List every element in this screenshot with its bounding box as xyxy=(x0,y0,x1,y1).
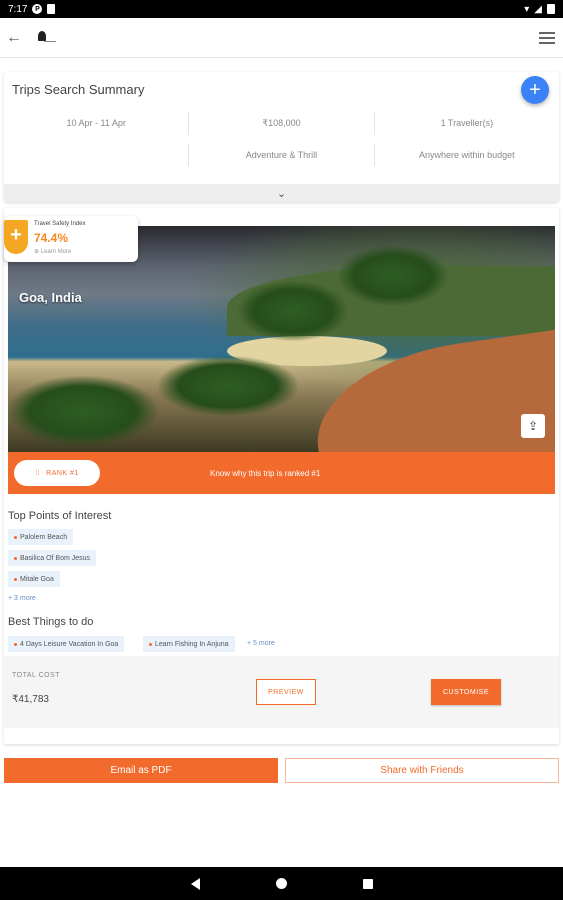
back-arrow-icon[interactable]: ← xyxy=(6,29,26,47)
thing-chip[interactable]: Learn Fishing In Anjuna xyxy=(143,636,235,652)
customise-button[interactable]: CUSTOMISE xyxy=(431,679,501,705)
destination-name: Goa, India xyxy=(19,290,82,305)
things-title: Best Things to do xyxy=(8,616,94,628)
summary-dates: 10 Apr - 11 Apr xyxy=(66,118,126,128)
trip-card[interactable]: Goa, India ⇪ + Travel Safety Index 74.4%… xyxy=(4,208,559,744)
summary-theme: Adventure & Thrill xyxy=(188,144,373,166)
summary-row-2: Adventure & Thrill Anywhere within budge… xyxy=(4,144,559,166)
poi-chip[interactable]: Palolem Beach xyxy=(8,529,74,545)
summary-travellers: 1 Traveller(s) xyxy=(373,112,559,135)
wifi-icon: ▾ xyxy=(524,3,530,15)
chevron-down-icon: ⌄ xyxy=(276,187,287,200)
share-icon[interactable]: ⇪ xyxy=(521,414,545,438)
nav-back-icon[interactable] xyxy=(190,877,200,890)
safety-label: Travel Safety Index xyxy=(34,221,86,227)
trip-search-summary: Trips Search Summary + 10 Apr - 11 Apr ₹… xyxy=(4,72,559,202)
app-logo[interactable] xyxy=(38,30,58,45)
things-more-link[interactable]: + 5 more xyxy=(247,640,275,647)
rank-reason-link[interactable]: Know why this trip is ranked #1 xyxy=(210,469,320,478)
summary-row-1: 10 Apr - 11 Apr ₹108,000 1 Traveller(s) xyxy=(4,112,559,135)
status-bar: 7:17 P ▾ ◢ xyxy=(0,0,563,18)
travel-safety-index[interactable]: + Travel Safety Index 74.4% ⊕ Learn More xyxy=(4,216,138,262)
shield-icon: + xyxy=(4,220,28,254)
cost-bar: TOTAL COST ₹41,783 PREVIEW CUSTOMISE xyxy=(4,656,559,728)
rank-button[interactable]: ⁞⁞ RANK #1 xyxy=(14,460,100,486)
preview-button[interactable]: PREVIEW xyxy=(256,679,316,705)
image-palm xyxy=(338,246,448,306)
rank-bar[interactable]: ⁞⁞ RANK #1 Know why this trip is ranked … xyxy=(8,452,555,494)
image-palm xyxy=(238,281,348,341)
share-friends-button[interactable]: Share with Friends xyxy=(285,758,559,783)
nav-recents-icon[interactable] xyxy=(362,878,373,889)
signal-icon: ◢ xyxy=(534,3,542,15)
image-palm xyxy=(8,376,158,446)
expand-summary-button[interactable]: ⌄ xyxy=(4,184,559,202)
thing-chip[interactable]: 4 Days Leisure Vacation In Goa xyxy=(8,636,125,652)
add-trip-button[interactable]: + xyxy=(521,76,549,104)
app-bar: ← xyxy=(0,18,563,58)
hamburger-menu-icon[interactable] xyxy=(539,31,555,44)
status-time: 7:17 xyxy=(8,3,28,15)
battery-icon xyxy=(547,4,555,14)
system-nav-bar xyxy=(0,867,563,900)
summary-destination: Anywhere within budget xyxy=(373,144,559,166)
poi-chip[interactable]: Mitale Goa xyxy=(8,571,60,587)
poi-title: Top Points of Interest xyxy=(8,510,112,522)
rank-icon: ⁞⁞ xyxy=(35,469,41,477)
rank-label: RANK #1 xyxy=(46,469,79,477)
summary-empty-cell xyxy=(4,144,188,166)
image-palm xyxy=(158,356,298,416)
poi-more-link[interactable]: + 3 more xyxy=(8,595,36,602)
total-cost-value: ₹41,783 xyxy=(12,694,49,705)
summary-budget: ₹108,000 xyxy=(188,112,373,135)
learn-more-link[interactable]: ⊕ Learn More xyxy=(34,248,71,255)
sim-icon xyxy=(47,4,56,14)
nav-home-icon[interactable] xyxy=(275,878,287,889)
poi-chip[interactable]: Basilica Of Bom Jesus xyxy=(8,550,97,566)
app-notification-icon: P xyxy=(32,4,43,14)
safety-value: 74.4% xyxy=(34,231,69,245)
email-pdf-button[interactable]: Email as PDF xyxy=(4,758,278,783)
summary-title: Trips Search Summary xyxy=(12,82,145,97)
total-cost-label: TOTAL COST xyxy=(12,672,61,679)
